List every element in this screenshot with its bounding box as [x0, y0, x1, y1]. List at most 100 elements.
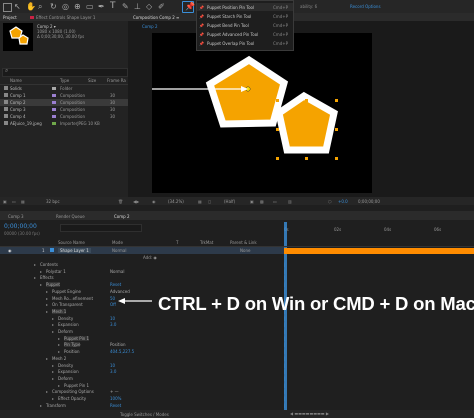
keyframe-marker[interactable]: |	[284, 396, 285, 401]
layer-mode[interactable]: Normal	[112, 248, 126, 253]
selection-tool-icon[interactable]: ↖	[14, 2, 21, 11]
bounding-handle[interactable]	[335, 128, 338, 131]
pen-tool-icon[interactable]: ✒	[98, 2, 105, 11]
zoom-dropdown[interactable]: (34.2%)	[168, 199, 184, 204]
eraser-tool-icon[interactable]: ◇	[146, 2, 152, 11]
label-color-swatch[interactable]	[52, 101, 56, 104]
interpret-footage-icon[interactable]: ▣	[3, 199, 7, 204]
transparency-grid-icon[interactable]: ▩	[260, 199, 264, 204]
bpc-label[interactable]: 32 bpc	[46, 199, 60, 204]
resolution-dropdown[interactable]: (Half)	[224, 199, 235, 204]
bounding-handle[interactable]	[276, 99, 279, 102]
project-row[interactable]: AEJuice_19.jpeg ImporterJPEG 10 KB	[0, 120, 128, 127]
layer-parent[interactable]: None	[240, 248, 250, 253]
twirl-icon[interactable]: ▸	[52, 376, 54, 381]
col-name[interactable]: Name	[10, 78, 22, 83]
label-color-swatch[interactable]	[52, 115, 56, 118]
property-value[interactable]: 50	[110, 296, 115, 301]
region-icon[interactable]: ▣	[250, 199, 254, 204]
exposure-value[interactable]: +0.0	[338, 199, 348, 204]
col-t[interactable]: T	[176, 240, 178, 245]
timeline-search-input[interactable]	[60, 224, 142, 232]
property-value[interactable]: + —	[110, 389, 119, 394]
add-button[interactable]: Add: ◉	[143, 255, 157, 260]
layout-icon[interactable]: ▥	[288, 199, 292, 204]
layer-duration-bar[interactable]	[284, 248, 474, 254]
toggle-switches-modes[interactable]: Toggle Switches / Modes	[120, 412, 169, 417]
keyframe-marker[interactable]: |	[284, 389, 285, 394]
property-value[interactable]: Off	[110, 302, 116, 307]
bounding-handle[interactable]	[335, 99, 338, 102]
twirl-icon[interactable]: ▸	[52, 329, 54, 334]
twirl-icon[interactable]: ▸	[52, 363, 54, 368]
keyframe-marker[interactable]: |	[284, 342, 285, 347]
property-value[interactable]: Reset	[110, 403, 121, 408]
keyframe-marker[interactable]: |	[284, 376, 285, 381]
menu-item[interactable]: 📌 Puppet Starch Pin Tool Cmd+P	[197, 12, 293, 20]
comp-timecode[interactable]: 0;00;00;00	[358, 199, 380, 204]
property-value[interactable]: Advanced	[110, 289, 130, 294]
puppet-tool-button[interactable]: 📌	[182, 1, 195, 13]
project-row[interactable]: Comp 2 Composition 30	[0, 99, 128, 106]
bounding-handle[interactable]	[305, 157, 308, 160]
twirl-icon[interactable]: ▸	[46, 309, 48, 314]
zoom-tool-icon[interactable]: ⌕	[38, 2, 42, 12]
camera-view-icon[interactable]: ▭	[273, 199, 277, 204]
home-icon[interactable]	[3, 3, 12, 12]
project-row[interactable]: Comp 4 Composition 30	[0, 113, 128, 120]
comp-subtab[interactable]: Comp 2	[142, 24, 158, 29]
tab-composition[interactable]: Composition Comp 2 ≡	[133, 15, 179, 20]
zoom-slider[interactable]: ◀ ▬▬▬▬▬▬▬▬ ▶	[290, 411, 329, 416]
tab-project[interactable]: Project	[3, 15, 17, 20]
rotate-tool-icon[interactable]: ↻	[50, 2, 57, 11]
twirl-icon[interactable]: ▸	[52, 316, 54, 321]
clone-tool-icon[interactable]: ⊥	[134, 2, 141, 11]
brush-tool-icon[interactable]: ✎	[122, 2, 129, 11]
twirl-icon[interactable]: ▸	[34, 275, 36, 280]
col-size[interactable]: Size	[88, 78, 96, 83]
col-trkmat[interactable]: TrkMat	[200, 240, 213, 245]
property-value[interactable]: 10	[110, 363, 115, 368]
menu-item[interactable]: 📌 Puppet Advanced Pin Tool Cmd+P	[197, 30, 293, 38]
snapshot-icon[interactable]: ◉	[152, 199, 156, 204]
twirl-icon[interactable]: ▸	[40, 269, 42, 274]
layer-row[interactable]: ◉ 1 Shape Layer 1 Normal None	[0, 247, 284, 254]
keyframe-marker[interactable]: |	[284, 329, 285, 334]
col-frame-rate[interactable]: Frame Ra	[107, 78, 126, 83]
tab-render-queue[interactable]: Render Queue	[56, 214, 85, 219]
new-comp-icon[interactable]: ▦	[21, 199, 25, 204]
bounding-handle[interactable]	[276, 157, 279, 160]
record-options-button[interactable]: Record Options	[350, 4, 381, 9]
comp-viewer[interactable]	[152, 33, 372, 193]
always-preview-icon[interactable]: ◀▶	[133, 199, 139, 204]
twirl-icon[interactable]: ▸	[58, 342, 60, 347]
timeline-timecode[interactable]: 0;00;00;00	[4, 223, 37, 230]
keyframe-marker[interactable]: |	[284, 336, 285, 341]
bounding-handle[interactable]	[335, 157, 338, 160]
bounding-handle[interactable]	[305, 99, 308, 102]
trash-icon[interactable]: 🗑	[118, 199, 123, 204]
twirl-icon[interactable]: ▸	[52, 396, 54, 401]
project-row[interactable]: Comp 1 Composition 30	[0, 92, 128, 99]
twirl-icon[interactable]: ▸	[46, 296, 48, 301]
twirl-icon[interactable]: ▸	[46, 356, 48, 361]
twirl-icon[interactable]: ▸	[52, 369, 54, 374]
col-type[interactable]: Type	[60, 78, 69, 83]
twirl-icon[interactable]: ▸	[58, 349, 60, 354]
property-row[interactable]: ▸ Transform Reset	[0, 402, 284, 409]
keyframe-marker[interactable]: |	[284, 383, 285, 388]
keyframe-marker[interactable]: |	[284, 316, 285, 321]
keyframe-marker[interactable]: |	[284, 349, 285, 354]
hand-tool-icon[interactable]: ✋	[26, 2, 36, 11]
twirl-icon[interactable]: ▸	[40, 403, 42, 408]
col-parent[interactable]: Parent & Link	[230, 240, 257, 245]
tab-effect-controls[interactable]: Effect Controls Shape Layer 1	[36, 15, 95, 20]
twirl-icon[interactable]: ▸	[46, 289, 48, 294]
pentagon-shape-2[interactable]	[275, 91, 338, 154]
property-value[interactable]: 3.0	[110, 322, 116, 327]
tab-comp-2[interactable]: Comp 2	[114, 214, 130, 219]
twirl-icon[interactable]: ▸	[40, 282, 42, 287]
keyframe-marker[interactable]: |	[284, 322, 285, 327]
property-value[interactable]: Normal	[110, 269, 124, 274]
property-value[interactable]: 3.0	[110, 369, 116, 374]
